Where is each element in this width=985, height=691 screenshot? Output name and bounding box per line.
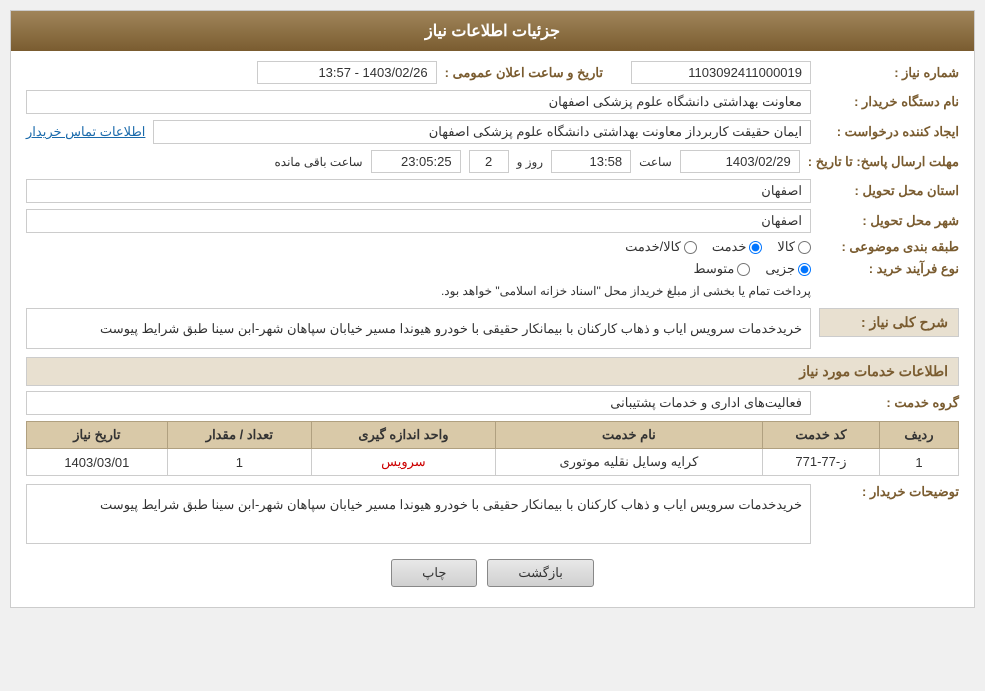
need-desc-value: خریدخدمات سرویس ایاب و ذهاب کارکنان با ب… xyxy=(26,308,811,349)
table-cell-unit: سرویس xyxy=(312,449,496,476)
page-title: جزئیات اطلاعات نیاز xyxy=(11,11,974,51)
reply-days: 2 xyxy=(469,150,509,173)
table-header-row: ردیف xyxy=(879,422,958,449)
purchase-type-note: پرداخت تمام یا بخشی از مبلغ خریداز محل "… xyxy=(26,284,811,298)
announce-value: 1403/02/26 - 13:57 xyxy=(257,61,437,84)
service-info-section-title: اطلاعات خدمات مورد نیاز xyxy=(26,357,959,386)
service-group-value: فعالیت‌های اداری و خدمات پشتیبانی xyxy=(26,391,811,415)
purchase-type-options: جزیی متوسط پرداخت تمام یا بخشی از مبلغ خ… xyxy=(26,261,811,298)
table-cell-date: 1403/03/01 xyxy=(27,449,168,476)
category-goods-label: کالا xyxy=(777,239,795,255)
category-goods-item[interactable]: کالا xyxy=(777,239,811,255)
buyer-org-label: نام دستگاه خریدار : xyxy=(819,94,959,110)
purchase-type-part-item[interactable]: جزیی xyxy=(765,261,811,277)
buyer-desc-value: خریدخدمات سرویس ایاب و ذهاب کارکنان با ب… xyxy=(26,484,811,544)
buttons-row: بازگشت چاپ xyxy=(26,559,959,587)
table-header-unit: واحد اندازه گیری xyxy=(312,422,496,449)
buyer-org-value: معاونت بهداشتی دانشگاه علوم پزشکی اصفهان xyxy=(26,90,811,114)
reply-days-label: روز و xyxy=(517,155,544,169)
need-number-value: 1103092411000019 xyxy=(631,61,811,84)
purchase-type-medium-item[interactable]: متوسط xyxy=(693,261,750,277)
buyer-desc-label: توضیحات خریدار : xyxy=(819,484,959,500)
need-number-label: شماره نیاز : xyxy=(819,65,959,81)
category-goods-service-radio[interactable] xyxy=(684,241,697,254)
reply-date: 1403/02/29 xyxy=(680,150,800,173)
reply-countdown-label: ساعت باقی مانده xyxy=(275,155,363,169)
category-service-radio[interactable] xyxy=(749,241,762,254)
service-table: ردیف کد خدمت نام خدمت واحد اندازه گیری ت… xyxy=(26,421,959,476)
reply-countdown: 23:05:25 xyxy=(371,150,461,173)
service-group-label: گروه خدمت : xyxy=(819,395,959,411)
table-header-count: تعداد / مقدار xyxy=(167,422,311,449)
purchase-type-medium-radio[interactable] xyxy=(737,263,750,276)
announce-label: تاریخ و ساعت اعلان عمومی : xyxy=(445,65,603,81)
table-header-date: تاریخ نیاز xyxy=(27,422,168,449)
table-cell-code: ز-77-771 xyxy=(762,449,879,476)
table-header-name: نام خدمت xyxy=(495,422,762,449)
purchase-type-part-radio[interactable] xyxy=(798,263,811,276)
category-group: کالا خدمت کالا/خدمت xyxy=(26,239,811,255)
table-cell-row: 1 xyxy=(879,449,958,476)
category-goods-service-item[interactable]: کالا/خدمت xyxy=(625,239,697,255)
back-button[interactable]: بازگشت xyxy=(487,559,593,587)
table-cell-count: 1 xyxy=(167,449,311,476)
category-service-item[interactable]: خدمت xyxy=(712,239,763,255)
creator-value: ایمان حقیقت کاربرداز معاونت بهداشتی دانش… xyxy=(153,120,811,144)
purchase-type-part-label: جزیی xyxy=(765,261,795,277)
table-header-code: کد خدمت xyxy=(762,422,879,449)
reply-time: 13:58 xyxy=(551,150,631,173)
contact-link[interactable]: اطلاعات تماس خریدار xyxy=(26,124,145,140)
delivery-province-label: استان محل تحویل : xyxy=(819,183,959,199)
delivery-city-value: اصفهان xyxy=(26,209,811,233)
table-row: 1 ز-77-771 کرایه وسایل نقلیه موتوری سروی… xyxy=(27,449,959,476)
print-button[interactable]: چاپ xyxy=(391,559,477,587)
delivery-city-label: شهر محل تحویل : xyxy=(819,213,959,229)
purchase-type-label: نوع فرآیند خرید : xyxy=(819,261,959,277)
table-cell-name: کرایه وسایل نقلیه موتوری xyxy=(495,449,762,476)
category-label: طبقه بندی موضوعی : xyxy=(819,239,959,255)
creator-label: ایجاد کننده درخواست : xyxy=(819,124,959,140)
reply-deadline-label: مهلت ارسال پاسخ: تا تاریخ : xyxy=(808,154,959,170)
category-goods-radio[interactable] xyxy=(798,241,811,254)
category-goods-service-label: کالا/خدمت xyxy=(625,239,681,255)
purchase-type-medium-label: متوسط xyxy=(693,261,734,277)
category-service-label: خدمت xyxy=(712,239,747,255)
reply-time-label: ساعت xyxy=(639,155,672,169)
delivery-province-value: اصفهان xyxy=(26,179,811,203)
need-desc-section-title: شرح کلی نیاز : xyxy=(819,308,959,337)
